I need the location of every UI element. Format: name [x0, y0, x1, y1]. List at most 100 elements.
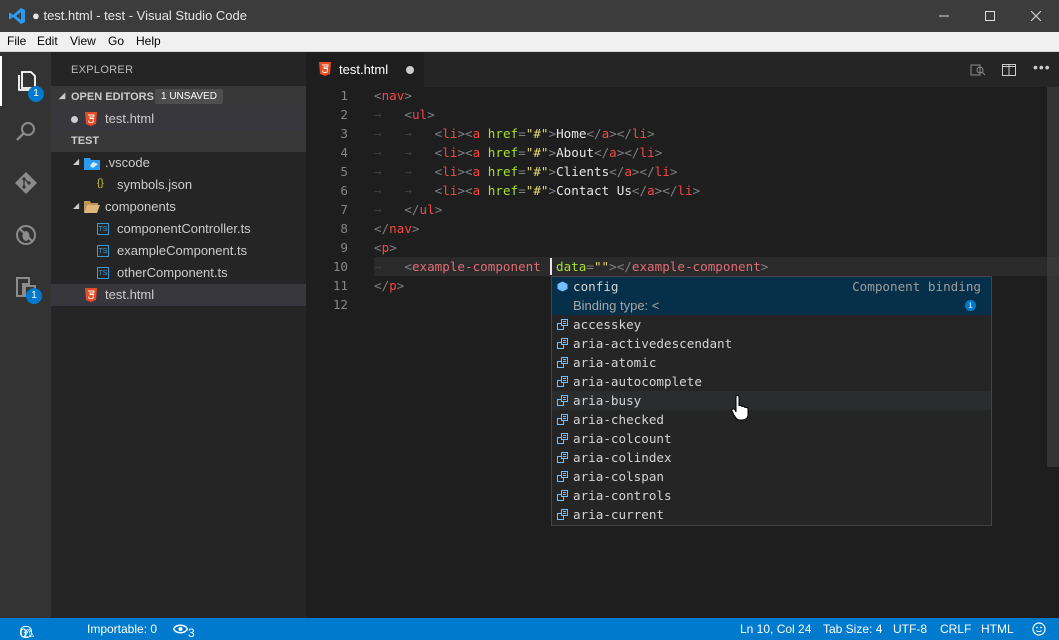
activity-extensions[interactable]: 1 [0, 262, 51, 312]
tree-item-symbols-json[interactable]: {} symbols.json [51, 174, 306, 196]
suggest-item[interactable]: aria-controls [552, 486, 991, 505]
suggest-item-focused[interactable]: config Component binding Binding type: <… [552, 277, 991, 315]
minimize-icon [939, 15, 949, 17]
enum-member-icon [557, 395, 568, 406]
suggest-item[interactable]: aria-colcount [552, 429, 991, 448]
line-number: 5 [340, 164, 348, 179]
suggest-item[interactable]: aria-current [552, 505, 991, 524]
cursor-position[interactable]: Ln 10, Col 24 [740, 622, 811, 636]
suggest-item[interactable]: aria-activedescendant [552, 334, 991, 353]
code-line: → <example-component data=""></example-c… [374, 259, 769, 274]
editor-tab-test-html[interactable]: test.html [306, 52, 424, 87]
suggest-item[interactable]: aria-autocomplete [552, 372, 991, 391]
suggest-item[interactable]: aria-busy [552, 391, 991, 410]
menu-help[interactable]: Help [136, 34, 161, 48]
dirty-dot-icon [71, 116, 78, 123]
maximize-button[interactable] [967, 0, 1013, 32]
suggest-item[interactable]: aria-checked [552, 410, 991, 429]
link-text: Contact Us [556, 183, 632, 198]
end-of-line[interactable]: CRLF [940, 622, 971, 636]
menu-view[interactable]: View [70, 34, 96, 48]
suggest-label: config [573, 279, 619, 294]
suggest-item[interactable]: aria-atomic [552, 353, 991, 372]
suggest-label: aria-busy [573, 393, 642, 408]
enum-member-icon [557, 414, 568, 425]
editor-scrollbar[interactable] [1047, 87, 1059, 467]
suggest-item[interactable]: accesskey [552, 315, 991, 334]
tree-item-components[interactable]: ◢ components [51, 196, 306, 218]
tree-item-other-component[interactable]: TS otherComponent.ts [51, 262, 306, 284]
open-changes-icon[interactable] [970, 62, 986, 78]
menu-edit[interactable]: Edit [37, 34, 58, 48]
watchers-indicator[interactable]: 3 [172, 622, 195, 640]
href-value: "#" [525, 183, 549, 198]
suggest-label: aria-autocomplete [573, 374, 702, 389]
tree-item-vscode[interactable]: ◢ .vscode [51, 152, 306, 174]
dirty-dot-icon[interactable] [406, 66, 414, 74]
activity-bar: 1 1 [0, 52, 51, 618]
line-number: 12 [332, 297, 348, 312]
split-editor-icon[interactable] [1001, 62, 1017, 78]
suggest-detail: Component binding [852, 279, 981, 294]
vscode-logo-icon [9, 8, 25, 24]
tree-item-test-html[interactable]: test.html [51, 284, 306, 306]
code-line: → <ul> [374, 107, 435, 122]
editor-tab-bar: test.html ••• [306, 52, 1059, 87]
tab-label: test.html [339, 62, 389, 77]
enum-member-icon [557, 357, 568, 368]
status-bar: ✕ 0 ⚠ 0 Importable: 0 3 Ln 10, Col 24 Ta… [0, 618, 1059, 640]
encoding[interactable]: UTF-8 [893, 622, 927, 636]
open-editor-item[interactable]: test.html [51, 108, 306, 130]
tree-item-component-controller[interactable]: TS componentController.ts [51, 218, 306, 240]
open-editors-header[interactable]: ◢ OPEN EDITORS 1 UNSAVED [51, 86, 306, 108]
line-number: 7 [340, 202, 348, 217]
activity-scm[interactable] [0, 158, 51, 208]
suggest-item[interactable]: aria-colspan [552, 467, 991, 486]
suggest-label: aria-colspan [573, 469, 664, 484]
html5-icon [319, 62, 331, 76]
line-number: 2 [340, 107, 348, 122]
warnings-count: 0 [20, 626, 27, 640]
expanded-icon: ◢ [59, 91, 66, 100]
href-value: "#" [525, 145, 549, 160]
suggest-label: aria-colcount [573, 431, 672, 446]
html5-icon [85, 288, 97, 302]
importable-status[interactable]: Importable: 0 [87, 622, 157, 636]
more-actions-icon[interactable]: ••• [1033, 59, 1051, 75]
line-number: 1 [340, 88, 348, 103]
language-mode[interactable]: HTML [981, 622, 1014, 636]
suggest-widget[interactable]: config Component binding Binding type: <… [551, 276, 992, 526]
code-line: → → <li><a href="#">Clients</a></li> [374, 164, 678, 179]
open-editor-name: test.html [105, 111, 155, 126]
activity-explorer[interactable]: 1 [0, 56, 51, 106]
tab-size[interactable]: Tab Size: 4 [823, 622, 882, 636]
feedback-smiley-icon[interactable] [1032, 622, 1048, 636]
activity-debug[interactable] [0, 210, 51, 260]
minimize-button[interactable] [921, 0, 967, 32]
info-icon[interactable]: i [965, 300, 976, 311]
folder-open-icon [84, 201, 100, 213]
close-button[interactable] [1013, 0, 1059, 32]
line-number: 9 [340, 240, 348, 255]
typescript-icon: TS [97, 223, 109, 235]
open-editors-label: OPEN EDITORS [71, 91, 154, 103]
link-text: Home [556, 126, 587, 141]
line-number: 3 [340, 126, 348, 141]
menu-go[interactable]: Go [108, 34, 124, 48]
link-text: About [556, 145, 594, 160]
extensions-badge: 1 [26, 288, 42, 304]
eye-icon [172, 624, 189, 634]
menu-file[interactable]: File [7, 34, 26, 48]
activity-search[interactable] [0, 106, 51, 156]
code-line: <nav> [374, 88, 412, 103]
code-line: </nav> [374, 221, 420, 236]
folder-header[interactable]: TEST [51, 130, 306, 152]
tree-item-example-component[interactable]: TS exampleComponent.ts [51, 240, 306, 262]
git-icon [14, 172, 37, 194]
close-icon [1031, 11, 1041, 21]
code-line: → </ul> [374, 202, 443, 217]
property-icon [557, 281, 568, 292]
tree-item-label: .vscode [105, 155, 150, 170]
suggest-item[interactable]: aria-colindex [552, 448, 991, 467]
menu-bar: File Edit View Go Help [0, 32, 1059, 52]
